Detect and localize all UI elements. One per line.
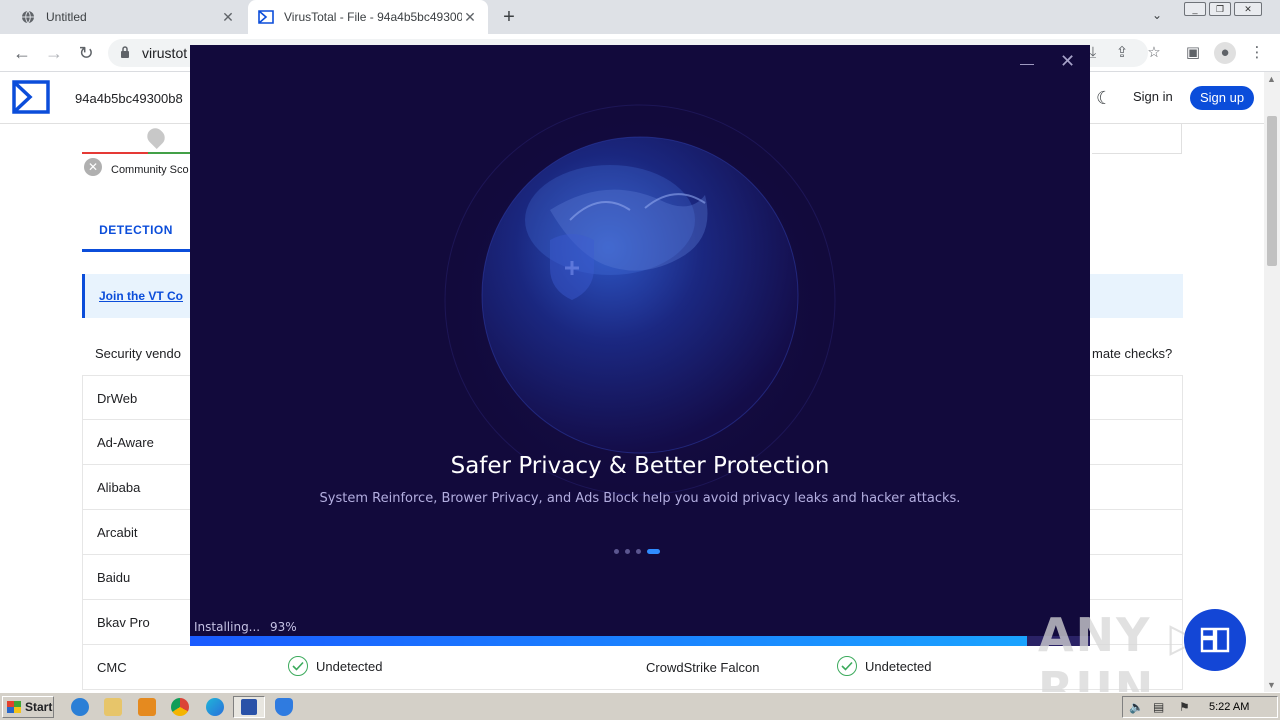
chevron-down-icon[interactable]: ⌄ <box>1152 8 1162 22</box>
vendor-status: Undetected <box>288 656 383 676</box>
network-icon[interactable]: ▤ <box>1153 700 1164 714</box>
vendor-name: DrWeb <box>97 391 138 406</box>
reload-icon[interactable]: ↻ <box>74 41 98 65</box>
new-tab-button[interactable]: + <box>498 6 520 28</box>
side-panel-icon[interactable]: ▣ <box>1182 42 1204 64</box>
summary-card-edge <box>1092 124 1182 154</box>
folder-icon[interactable] <box>104 698 122 716</box>
back-arrow-icon[interactable]: ← <box>10 41 34 65</box>
address-text: virustot <box>142 45 188 61</box>
vendor-name: Arcabit <box>97 525 138 540</box>
dark-mode-icon[interactable]: ☾ <box>1096 88 1112 109</box>
minimize-button[interactable]: _ <box>1184 2 1206 16</box>
status-text: Undetected <box>865 658 932 674</box>
installer-app-icon <box>241 699 257 715</box>
community-score-label: Community Sco <box>111 164 189 176</box>
close-button[interactable]: ✕ <box>1060 51 1075 72</box>
security-vendors-heading: Security vendo <box>95 346 181 361</box>
windows-taskbar: Start 🔈 ▤ ⚑ 5:22 AM <box>0 692 1280 720</box>
install-progress-bar <box>190 636 1090 646</box>
vendor-name: CrowdStrike Falcon <box>646 660 760 675</box>
scroll-up-icon[interactable]: ▲ <box>1267 74 1276 84</box>
minimize-button[interactable]: — <box>1020 55 1034 71</box>
start-button[interactable]: Start <box>2 696 54 718</box>
install-status: Installing... 93% <box>194 620 297 634</box>
chrome-icon[interactable] <box>171 698 189 716</box>
virustotal-icon <box>258 9 274 25</box>
tab-detection[interactable]: DETECTION <box>82 210 190 252</box>
carousel-dot[interactable] <box>636 549 641 554</box>
tab-virustotal[interactable]: VirusTotal - File - 94a4b5bc49300b8... ✕ <box>248 0 488 34</box>
install-progress-text: 93% <box>269 620 297 634</box>
flag-icon[interactable]: ⚑ <box>1179 700 1190 714</box>
installer-title: Safer Privacy & Better Protection <box>450 453 830 479</box>
carousel-dots <box>614 549 660 554</box>
lock-icon <box>120 45 130 59</box>
media-player-icon[interactable] <box>138 698 156 716</box>
join-community-link[interactable]: Join the VT Co <box>99 289 183 303</box>
check-circle-icon <box>837 656 857 676</box>
close-icon[interactable]: ✕ <box>220 9 236 26</box>
star-icon[interactable]: ☆ <box>1143 42 1165 64</box>
scrollbar-thumb[interactable] <box>1267 116 1277 266</box>
status-text: Undetected <box>316 658 383 674</box>
vendor-name: Bkav Pro <box>97 615 150 630</box>
taskbar-clock: 5:22 AM <box>1209 701 1250 713</box>
vendor-name: CMC <box>97 660 127 675</box>
anyrun-logo-icon <box>1184 609 1246 671</box>
carousel-dot[interactable] <box>625 549 630 554</box>
check-circle-icon <box>288 656 308 676</box>
vendor-name: Baidu <box>97 570 131 585</box>
tab-label: Untitled <box>46 10 87 24</box>
question-marker-icon <box>143 124 169 150</box>
tab-untitled[interactable]: Untitled ✕ <box>10 0 246 34</box>
system-tray: 🔈 ▤ ⚑ 5:22 AM <box>1122 696 1278 718</box>
carousel-dot[interactable] <box>614 549 619 554</box>
score-gauge-line <box>82 152 192 154</box>
community-x-icon: ✕ <box>84 158 102 176</box>
page-scrollbar[interactable]: ▲ ▼ <box>1264 72 1280 692</box>
maximize-button[interactable]: ❐ <box>1209 2 1231 16</box>
edge-icon[interactable] <box>206 698 224 716</box>
share-icon[interactable]: ⇪ <box>1111 42 1133 64</box>
installer-taskbar-button[interactable] <box>233 696 265 718</box>
windows-flag-icon <box>7 701 21 713</box>
sign-up-button[interactable]: Sign up <box>1190 86 1254 110</box>
globe-icon <box>20 9 36 25</box>
install-status-label: Installing... <box>194 620 261 634</box>
search-hash-text[interactable]: 94a4b5bc49300b8 <box>75 91 183 106</box>
installer-window: — ✕ Safer Privacy & Better Protection Sy… <box>190 45 1090 646</box>
privacy-globe-illustration <box>430 90 850 510</box>
install-progress-fill <box>190 636 1027 646</box>
volume-icon[interactable]: 🔈 <box>1129 700 1144 714</box>
start-label: Start <box>25 700 53 714</box>
virustotal-logo-icon[interactable] <box>12 80 50 114</box>
shield-icon[interactable] <box>275 698 293 716</box>
installer-subtitle: System Reinforce, Brower Privacy, and Ad… <box>319 491 961 506</box>
menu-icon[interactable]: ⋮ <box>1246 42 1268 64</box>
forward-arrow-icon[interactable]: → <box>42 41 66 65</box>
internet-explorer-icon[interactable] <box>71 698 89 716</box>
tab-label: VirusTotal - File - 94a4b5bc49300b8... <box>284 10 462 24</box>
browser-tab-strip: Untitled ✕ VirusTotal - File - 94a4b5bc4… <box>0 0 1280 34</box>
vendor-name: Alibaba <box>97 480 141 495</box>
watermark-text: ANY <box>1038 608 1152 662</box>
vendor-status: Undetected <box>837 656 932 676</box>
close-icon[interactable]: ✕ <box>462 9 478 26</box>
sign-in-link[interactable]: Sign in <box>1133 89 1173 104</box>
close-window-button[interactable]: ✕ <box>1234 2 1262 16</box>
table-row: CMC Undetected CrowdStrike Falcon Undete… <box>82 645 1183 690</box>
profile-icon[interactable]: ● <box>1214 42 1236 64</box>
carousel-dot-active[interactable] <box>647 549 660 554</box>
automate-checks-text[interactable]: mate checks? <box>1092 346 1172 361</box>
vendor-name: Ad-Aware <box>97 435 154 450</box>
